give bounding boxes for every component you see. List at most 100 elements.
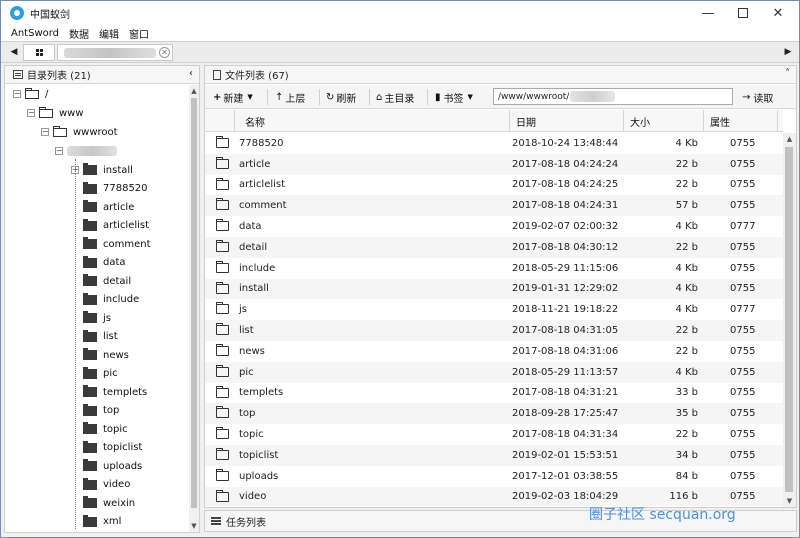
scroll-up-icon[interactable]: ▲ xyxy=(189,85,199,97)
maximize-button[interactable] xyxy=(726,1,760,25)
tree-folder-item[interactable]: articlelist xyxy=(71,218,149,233)
folder-icon xyxy=(216,177,229,190)
table-row[interactable]: include 2018-05-29 11:15:06 4 Kb 0755 xyxy=(205,258,783,279)
table-row[interactable]: articlelist 2017-08-18 04:24:25 22 b 0755 xyxy=(205,175,783,196)
folder-icon xyxy=(216,302,229,315)
close-button[interactable]: ✕ xyxy=(761,1,795,25)
tree-folder-item[interactable]: include xyxy=(71,292,139,307)
tree-folder-item[interactable]: news xyxy=(71,348,129,362)
menu-data[interactable]: 数据 xyxy=(69,26,89,41)
tree-folder-item[interactable]: comment xyxy=(71,237,151,251)
tree-folder-item[interactable]: top xyxy=(71,403,120,418)
expand-icon[interactable]: + xyxy=(71,166,79,174)
tree-folder-item[interactable]: js xyxy=(71,311,111,325)
menu-edit[interactable]: 编辑 xyxy=(99,26,119,41)
column-size[interactable]: 大小 xyxy=(624,110,704,132)
scroll-thumb[interactable] xyxy=(785,147,793,492)
collapse-left-icon[interactable]: ‹ xyxy=(189,68,193,79)
file-perm: 0777 xyxy=(730,304,756,316)
table-row[interactable]: topiclist 2019-02-01 15:53:51 34 b 0755 xyxy=(205,445,783,466)
tree-node-site[interactable]: − xyxy=(55,144,117,158)
tree-folder-item[interactable]: topiclist xyxy=(71,440,142,455)
tree-folder-item[interactable]: pic xyxy=(71,366,118,381)
tree-node-www[interactable]: − www xyxy=(27,106,84,120)
tab-scroll-right-icon[interactable]: ▶ xyxy=(781,42,795,62)
file-size: 4 Kb xyxy=(675,304,698,316)
tree-node-wwwroot[interactable]: − wwwroot xyxy=(41,125,118,139)
tree-folder-item[interactable]: templets xyxy=(71,385,147,399)
scroll-up-icon[interactable]: ▲ xyxy=(783,133,796,145)
tree-folder-item[interactable]: 7788520 xyxy=(71,181,148,196)
tab-close-icon[interactable]: ✕ xyxy=(159,47,170,58)
menu-bar: AntSword 数据 编辑 窗口 xyxy=(1,25,799,41)
table-row[interactable]: 7788520 2018-10-24 13:48:44 4 Kb 0755 xyxy=(205,133,783,154)
tree-guide-line xyxy=(75,159,76,529)
tree-folder-item[interactable]: xml xyxy=(71,514,121,529)
file-perm: 0755 xyxy=(730,200,756,212)
tab-home[interactable] xyxy=(23,44,55,61)
file-name: install xyxy=(239,283,269,295)
tree-node-label: www xyxy=(59,107,84,119)
tree-folder-item[interactable]: uploads xyxy=(71,459,142,473)
tab-scroll-left-icon[interactable]: ◀ xyxy=(7,42,21,62)
column-name[interactable]: 名称 xyxy=(235,110,510,132)
tab-shell-session[interactable]: ✕ xyxy=(57,44,173,61)
collapse-right-icon[interactable]: ˄ xyxy=(785,68,790,79)
collapse-icon[interactable]: − xyxy=(27,109,35,117)
table-row[interactable]: topic 2017-08-18 04:31:34 22 b 0755 xyxy=(205,424,783,445)
tree-node-root[interactable]: − / xyxy=(13,87,48,101)
scroll-thumb[interactable] xyxy=(191,98,197,508)
new-button[interactable]: + 新建 ▼ xyxy=(213,89,253,105)
folder-icon xyxy=(83,403,97,416)
up-button[interactable]: ↑ 上层 xyxy=(275,89,305,105)
file-grid-scrollbar[interactable]: ▲ ▼ xyxy=(783,133,796,507)
table-row[interactable]: js 2018-11-21 19:18:22 4 Kb 0777 xyxy=(205,299,783,320)
read-button[interactable]: → 读取 xyxy=(742,89,773,105)
refresh-button[interactable]: ↻ 刷新 xyxy=(326,89,356,105)
home-button[interactable]: ⌂ 主目录 xyxy=(376,89,414,105)
table-row[interactable]: uploads 2017-12-01 03:38:55 84 b 0755 xyxy=(205,466,783,487)
bookmark-button[interactable]: ▮ 书签 ▼ xyxy=(435,89,473,105)
table-row[interactable]: news 2017-08-18 04:31:06 22 b 0755 xyxy=(205,341,783,362)
antsword-logo-icon xyxy=(10,6,24,20)
tree-folder-item[interactable]: video xyxy=(71,477,130,492)
table-row[interactable]: templets 2017-08-18 04:31:21 33 b 0755 xyxy=(205,383,783,404)
file-name: topiclist xyxy=(239,449,279,461)
tree-folder-item[interactable]: article xyxy=(71,200,134,214)
collapse-icon[interactable]: − xyxy=(55,147,63,155)
file-name: news xyxy=(239,345,265,357)
tree-folder-item[interactable]: weixin xyxy=(71,496,135,510)
column-date[interactable]: 日期 xyxy=(510,110,624,132)
folder-icon xyxy=(216,240,229,252)
table-row[interactable]: list 2017-08-18 04:31:05 22 b 0755 xyxy=(205,320,783,341)
menu-antsword[interactable]: AntSword xyxy=(11,28,59,39)
menu-window[interactable]: 窗口 xyxy=(129,26,149,41)
file-perm: 0755 xyxy=(730,470,756,482)
collapse-icon[interactable]: − xyxy=(41,128,49,136)
file-perm: 0755 xyxy=(730,387,756,399)
file-size: 22 b xyxy=(675,345,698,357)
scroll-down-icon[interactable]: ▼ xyxy=(189,520,199,532)
tree-folder-item[interactable]: data xyxy=(71,255,126,270)
table-row[interactable]: install 2019-01-31 12:29:02 4 Kb 0755 xyxy=(205,278,783,300)
tree-folder-item[interactable]: + install xyxy=(71,163,133,177)
folder-icon xyxy=(216,281,229,294)
minimize-button[interactable]: — xyxy=(691,1,725,25)
tree-folder-item[interactable]: detail xyxy=(71,274,131,288)
tree-scrollbar[interactable]: ▲ ▼ xyxy=(189,85,199,532)
table-row[interactable]: detail 2017-08-18 04:30:12 22 b 0755 xyxy=(205,237,783,258)
table-row[interactable]: article 2017-08-18 04:24:24 22 b 0755 xyxy=(205,153,783,175)
tree-folder-item[interactable]: list xyxy=(71,329,118,344)
scroll-down-icon[interactable]: ▼ xyxy=(783,495,796,507)
table-row[interactable]: pic 2018-05-29 11:13:57 4 Kb 0755 xyxy=(205,361,783,383)
tree-folder-item[interactable]: topic xyxy=(71,422,128,436)
collapse-icon[interactable]: − xyxy=(13,90,21,98)
tree-node-label: top xyxy=(103,405,120,416)
table-row[interactable]: data 2019-02-07 02:00:32 4 Kb 0777 xyxy=(205,216,783,237)
new-button-label: 新建 xyxy=(223,93,244,105)
folder-icon xyxy=(83,440,97,453)
table-row[interactable]: top 2018-09-28 17:25:47 35 b 0755 xyxy=(205,403,783,425)
table-row[interactable]: comment 2017-08-18 04:24:31 57 b 0755 xyxy=(205,195,783,217)
column-perm[interactable]: 属性 xyxy=(704,110,778,132)
file-name: 7788520 xyxy=(239,137,284,149)
